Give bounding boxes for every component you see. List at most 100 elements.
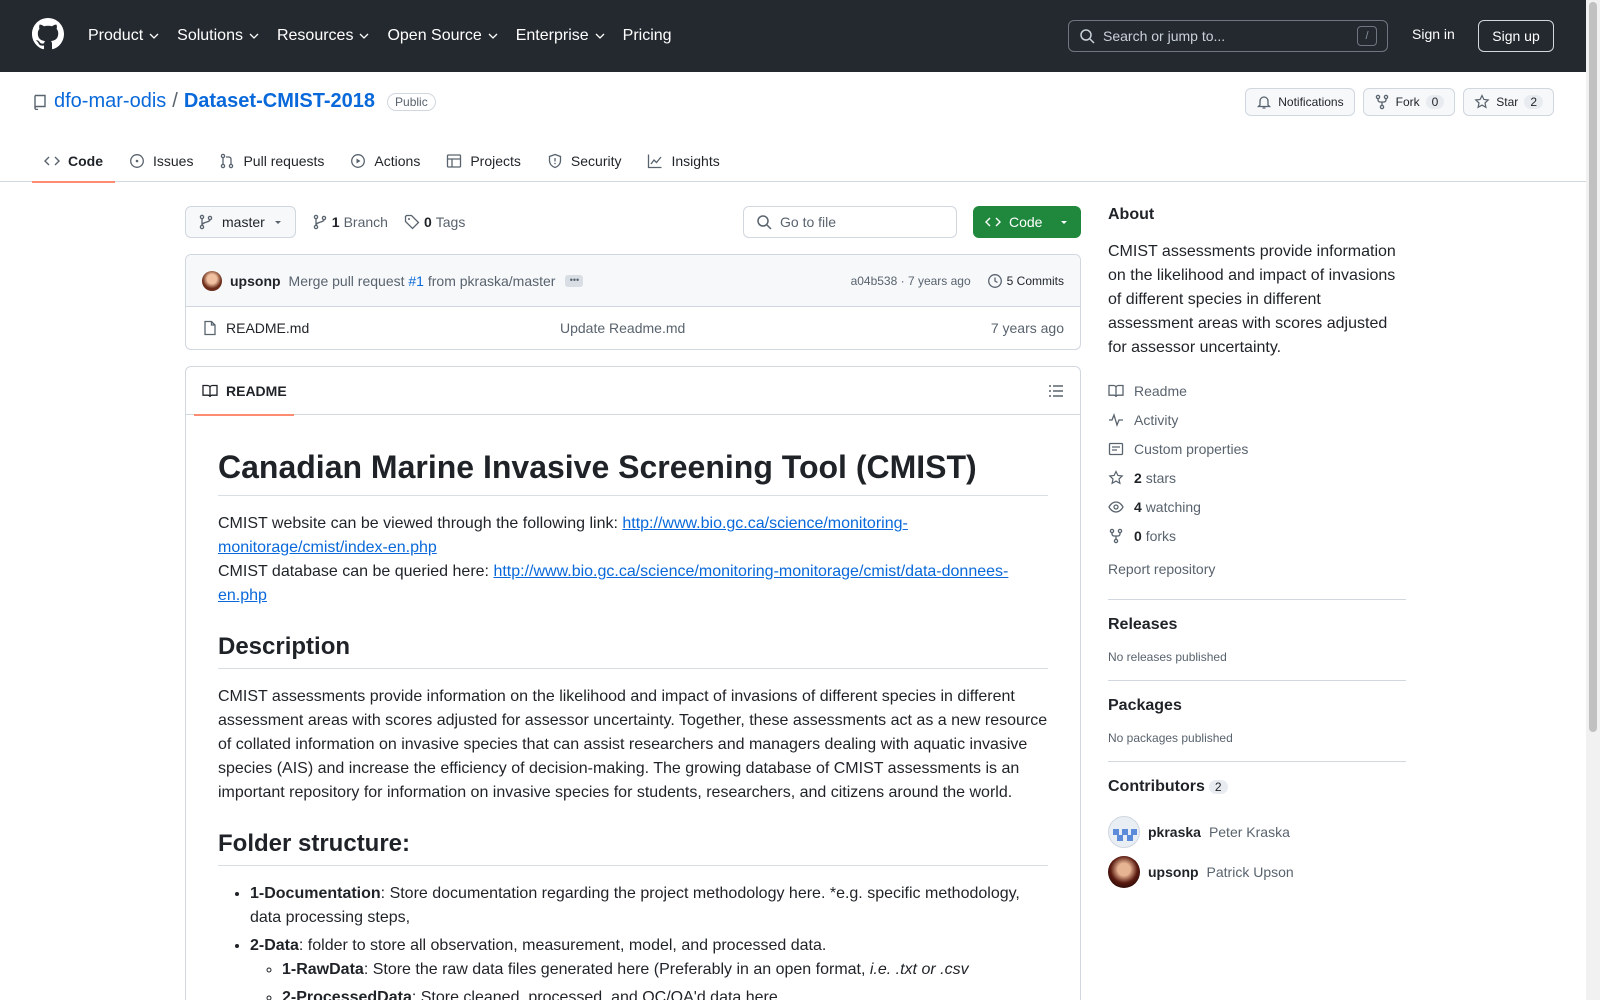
contributors-heading[interactable]: Contributors 2: [1108, 778, 1406, 796]
readme-title: Canadian Marine Invasive Screening Tool …: [218, 447, 1048, 496]
custom-properties-label: Custom properties: [1134, 440, 1249, 457]
commit-hash-age[interactable]: a04b538 · 7 years ago: [851, 274, 971, 288]
latest-commit: upsonp Merge pull request #1 from pkrask…: [186, 255, 1080, 307]
nav-resources[interactable]: Resources: [277, 22, 369, 50]
repo-owner-link[interactable]: dfo-mar-odis: [54, 90, 166, 113]
packages-heading[interactable]: Packages: [1108, 697, 1406, 715]
tab-insights[interactable]: Insights: [635, 140, 731, 182]
tab-actions-label: Actions: [374, 153, 421, 169]
chevron-down-icon: [149, 33, 159, 39]
custom-properties-link[interactable]: Custom properties: [1108, 434, 1406, 463]
readme-tab-label: README: [226, 382, 287, 399]
issue-opened-icon: [130, 154, 144, 168]
repo-icon: [34, 94, 46, 110]
notifications-label: Notifications: [1278, 95, 1344, 109]
avatar[interactable]: [202, 270, 222, 291]
contributor-row[interactable]: upsonp Patrick Upson: [1108, 852, 1406, 892]
commits-count: 5 Commits: [1006, 273, 1064, 288]
tab-projects[interactable]: Projects: [434, 140, 533, 182]
tag-icon: [404, 214, 420, 230]
tab-code[interactable]: Code: [32, 140, 115, 183]
nav-open-source[interactable]: Open Source: [387, 22, 498, 50]
git-branch-icon: [199, 214, 213, 230]
search-input[interactable]: Search or jump to... /: [1068, 20, 1388, 52]
code-dropdown-button[interactable]: Code: [973, 206, 1081, 238]
code-icon: [985, 217, 1001, 227]
page-scrollbar[interactable]: [1586, 0, 1600, 1000]
tags-link[interactable]: 0 Tags: [404, 214, 465, 230]
folder-desc: : folder to store all observation, measu…: [298, 937, 827, 954]
play-icon: [351, 154, 366, 168]
chevron-down-icon: [595, 33, 605, 39]
repo-header: dfo-mar-odis / Dataset-CMIST-2018 Public…: [0, 72, 1586, 183]
nav-enterprise[interactable]: Enterprise: [516, 22, 605, 50]
description-paragraph: CMIST assessments provide information on…: [218, 688, 1048, 801]
fork-button[interactable]: Fork 0: [1362, 88, 1456, 116]
shield-icon: [548, 153, 562, 169]
search-icon: [1080, 29, 1095, 44]
contributor-name: Patrick Upson: [1206, 864, 1294, 880]
report-repository-link[interactable]: Report repository: [1108, 554, 1406, 583]
releases-heading[interactable]: Releases: [1108, 616, 1406, 634]
commit-message-prefix: Merge pull request: [288, 272, 405, 289]
tab-projects-label: Projects: [470, 153, 521, 169]
tab-actions[interactable]: Actions: [338, 140, 432, 182]
nav-product[interactable]: Product: [88, 22, 159, 50]
fork-count: 0: [1425, 95, 1445, 109]
chevron-down-icon: [488, 33, 498, 39]
commit-message[interactable]: Merge pull request #1 from pkraska/maste…: [289, 273, 556, 289]
activity-link[interactable]: Activity: [1108, 405, 1406, 434]
breadcrumb-separator: /: [172, 90, 178, 112]
chevron-down-icon: [359, 33, 369, 39]
tab-pull-requests[interactable]: Pull requests: [207, 140, 336, 182]
tab-issues-label: Issues: [153, 153, 194, 169]
folder-name: 2-Data: [250, 937, 299, 954]
notifications-button[interactable]: Notifications: [1245, 88, 1355, 116]
branch-selector[interactable]: master: [185, 206, 296, 238]
github-logo-icon[interactable]: [32, 18, 64, 50]
readme-link[interactable]: Readme: [1108, 376, 1406, 405]
file-commit-message[interactable]: Update Readme.md: [560, 320, 685, 336]
sign-in-link[interactable]: Sign in: [1412, 26, 1455, 42]
tab-code-label: Code: [68, 153, 103, 169]
branches-link[interactable]: 1 Branch: [312, 214, 388, 230]
folder-list: 1-Documentation: Store documentation reg…: [218, 882, 1048, 1000]
star-button[interactable]: Star 2: [1463, 88, 1554, 116]
stars-count: 2: [1134, 469, 1142, 486]
sign-up-button[interactable]: Sign up: [1478, 20, 1554, 52]
forks-link[interactable]: 0 forks: [1108, 521, 1406, 550]
list-unordered-icon[interactable]: [1048, 383, 1064, 399]
tab-security[interactable]: Security: [535, 140, 634, 182]
watching-link[interactable]: 4 watching: [1108, 492, 1406, 521]
stars-link[interactable]: 2 stars: [1108, 463, 1406, 492]
nav-pricing[interactable]: Pricing: [623, 22, 672, 50]
star-icon: [1108, 469, 1124, 484]
commit-author-link[interactable]: upsonp: [230, 273, 281, 289]
file-name-link[interactable]: README.md: [226, 320, 560, 336]
search-shortcut-key: /: [1357, 26, 1377, 46]
contributor-login: pkraska: [1148, 824, 1201, 840]
commits-history-link[interactable]: 5 Commits: [987, 273, 1064, 289]
contributor-row[interactable]: pkraska Peter Kraska: [1108, 812, 1406, 852]
fork-icon: [1109, 528, 1123, 543]
tab-insights-label: Insights: [671, 153, 720, 169]
scrollbar-thumb[interactable]: [1589, 2, 1597, 732]
global-header: Product Solutions Resources Open Source …: [0, 0, 1586, 72]
readme-tab[interactable]: README: [194, 367, 302, 416]
tab-issues[interactable]: Issues: [117, 140, 205, 182]
code-icon: [44, 156, 60, 166]
avatar: [1108, 856, 1140, 888]
search-placeholder: Search or jump to...: [1103, 28, 1226, 44]
note-icon: [1108, 442, 1124, 455]
go-to-file-input[interactable]: Go to file: [743, 206, 957, 238]
nav-enterprise-label: Enterprise: [515, 27, 589, 44]
file-row: README.md Update Readme.md 7 years ago: [186, 307, 1080, 349]
file-age: 7 years ago: [990, 320, 1064, 336]
nav-solutions[interactable]: Solutions: [177, 22, 259, 50]
forks-count: 0: [1134, 527, 1142, 544]
about-description: CMIST assessments provide information on…: [1108, 243, 1396, 356]
pull-request-link[interactable]: #1: [408, 273, 424, 289]
expand-commit-button[interactable]: •••: [565, 274, 584, 287]
file-toolbar: master 1 Branch 0 Tags Go to file Code: [185, 206, 1081, 238]
repo-name-link[interactable]: Dataset-CMIST-2018: [184, 90, 375, 113]
